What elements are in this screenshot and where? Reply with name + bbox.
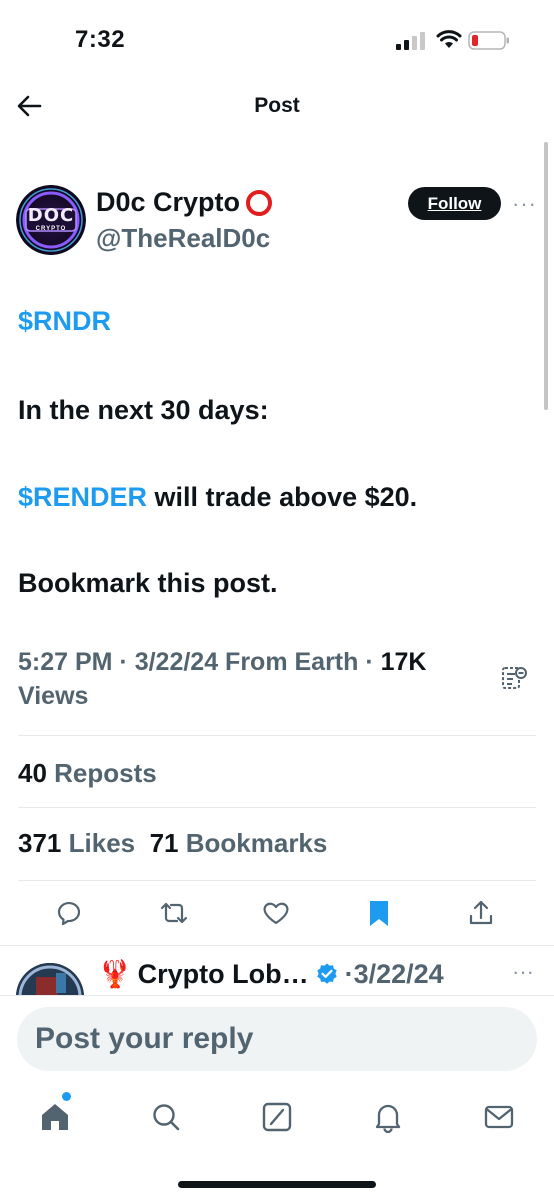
action-bar xyxy=(0,896,554,936)
page-title: Post xyxy=(254,94,300,117)
reply-more-icon[interactable]: ··· xyxy=(512,959,534,985)
author-name[interactable]: D0c Crypto xyxy=(96,187,273,218)
analytics-icon[interactable] xyxy=(500,664,528,692)
reply-author: 🦞 Crypto Lob… ·3/22/24 xyxy=(98,958,444,990)
avatar-subtext: CRYPTO xyxy=(35,226,67,232)
bookmark-filled-icon[interactable] xyxy=(362,896,396,930)
battery-low-icon xyxy=(468,31,509,50)
reply-preview[interactable]: 🦞 Crypto Lob… ·3/22/24 ··· xyxy=(0,955,554,995)
reposts-stat[interactable]: 40 Reposts xyxy=(18,758,157,789)
scrollbar[interactable] xyxy=(544,142,548,410)
tab-bar xyxy=(0,1090,554,1150)
reply-avatar-image xyxy=(16,963,84,995)
cashtag-render[interactable]: $RENDER xyxy=(18,482,147,512)
post-timestamp: 5:27 PM · 3/22/24 From Earth · xyxy=(18,648,381,676)
likes-count: 371 xyxy=(18,828,62,858)
views-label: Views xyxy=(18,682,89,710)
avatar-text: DOC xyxy=(27,205,75,226)
reply-input[interactable]: Post your reply xyxy=(17,1007,537,1071)
post-line: Bookmark this post. xyxy=(18,568,278,598)
verified-badge-icon xyxy=(316,963,337,984)
bookmarks-label: Bookmarks xyxy=(185,828,328,858)
reply-author-name[interactable]: Crypto Lob… xyxy=(138,959,309,990)
share-icon[interactable] xyxy=(464,896,498,930)
post-meta: 5:27 PM · 3/22/24 From Earth · 17K Views xyxy=(18,645,488,713)
divider xyxy=(18,807,536,808)
bookmarks-count: 71 xyxy=(149,828,179,858)
repost-icon[interactable] xyxy=(157,896,191,930)
reply-placeholder: Post your reply xyxy=(35,1022,254,1055)
search-icon[interactable] xyxy=(149,1100,183,1134)
lobster-emoji-icon: 🦞 xyxy=(98,959,132,989)
cashtag-rndr[interactable]: $RNDR xyxy=(18,306,111,337)
status-time: 7:32 xyxy=(75,26,126,53)
post-line: $RENDER will trade above $20. xyxy=(18,482,417,513)
author-name-text: D0c Crypto xyxy=(96,187,241,217)
reply-composer: Post your reply xyxy=(0,996,554,1086)
likes-label: Likes xyxy=(68,828,136,858)
reposts-count: 40 xyxy=(18,758,47,788)
divider xyxy=(0,945,554,946)
messages-icon[interactable] xyxy=(482,1100,516,1134)
reply-avatar[interactable] xyxy=(16,963,84,995)
divider xyxy=(18,880,536,881)
divider xyxy=(18,735,536,736)
reply-icon[interactable] xyxy=(52,896,86,930)
nav-header: Post xyxy=(0,80,554,135)
reply-date: ·3/22/24 xyxy=(344,958,444,989)
author-handle[interactable]: @TheRealD0c xyxy=(96,223,270,254)
follow-button[interactable]: Follow xyxy=(408,187,501,220)
likes-stat[interactable]: 371 Likes xyxy=(18,828,135,858)
home-icon[interactable] xyxy=(38,1100,72,1134)
status-bar: 7:32 xyxy=(0,0,554,80)
cellular-signal-icon xyxy=(396,32,425,50)
home-notification-dot xyxy=(62,1092,71,1101)
grok-icon[interactable] xyxy=(260,1100,294,1134)
post-author: DOC CRYPTO D0c Crypto @TheRealD0c Follow… xyxy=(16,185,536,260)
home-indicator[interactable] xyxy=(178,1181,376,1188)
post-line: In the next 30 days: xyxy=(18,395,269,425)
red-circle-icon xyxy=(246,189,273,216)
likes-bookmarks-stats: 371 Likes 71 Bookmarks xyxy=(18,828,327,859)
views-count: 17K xyxy=(380,648,427,676)
notifications-icon[interactable] xyxy=(371,1100,405,1134)
bookmarks-stat[interactable]: 71 Bookmarks xyxy=(150,828,328,858)
like-icon[interactable] xyxy=(259,896,293,930)
reposts-label: Reposts xyxy=(54,758,157,788)
wifi-icon xyxy=(436,30,462,48)
more-options-icon[interactable]: ··· xyxy=(512,191,537,217)
post-line-text: will trade above $20. xyxy=(147,482,418,512)
avatar[interactable]: DOC CRYPTO xyxy=(16,185,86,255)
